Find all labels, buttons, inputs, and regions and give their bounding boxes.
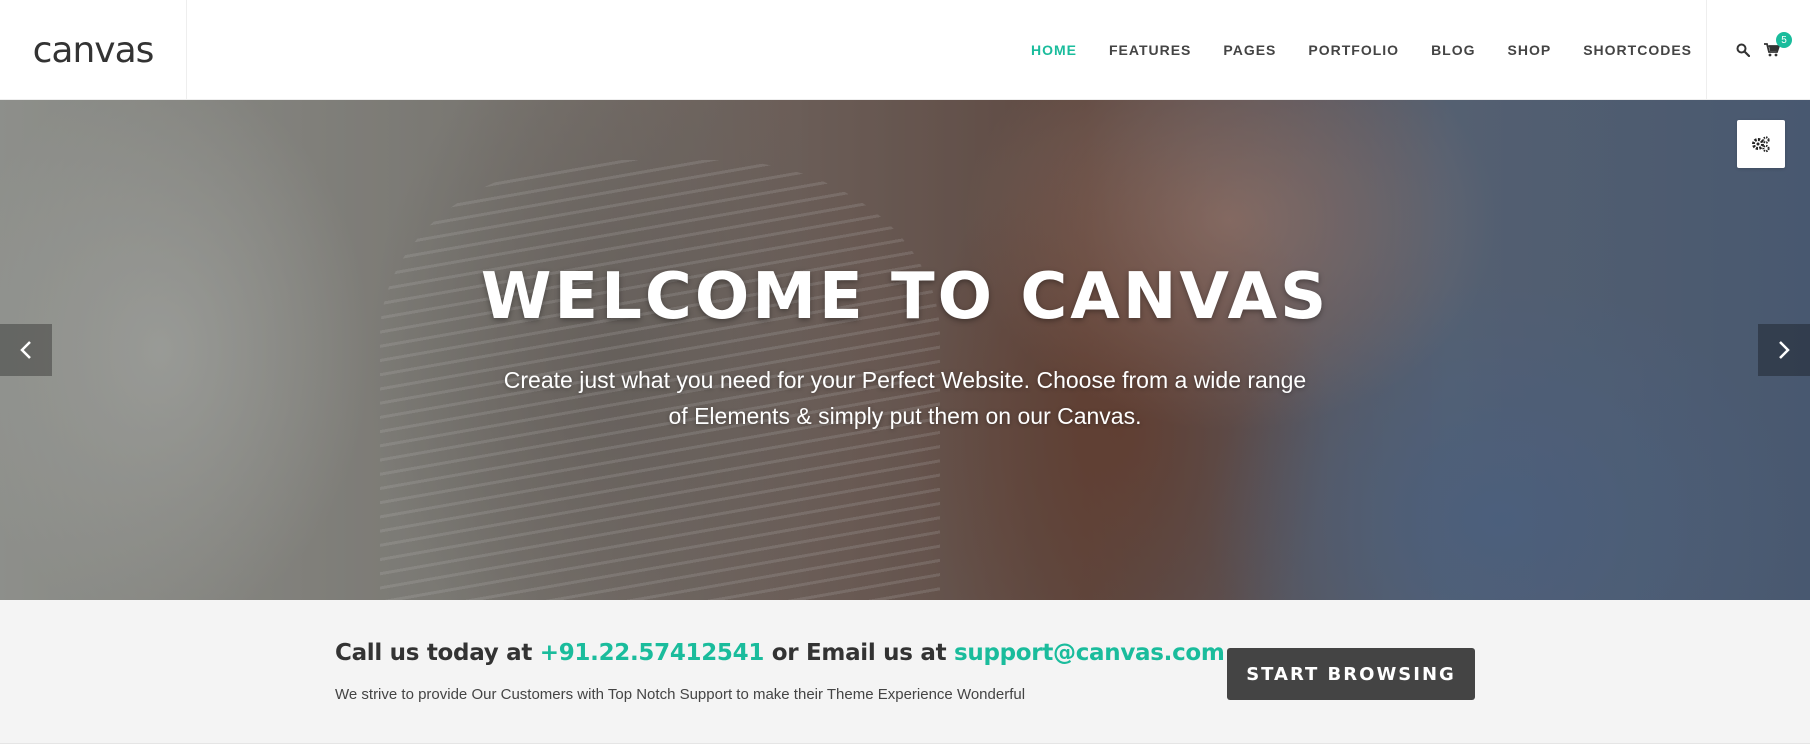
start-browsing-button[interactable]: START BROWSING xyxy=(1227,648,1475,700)
promo-heading-call: Call us today at xyxy=(335,640,540,666)
main-nav: HOME FEATURES PAGES PORTFOLIO BLOG SHOP … xyxy=(999,0,1692,100)
hero-slider: WELCOME TO CANVAS Create just what you n… xyxy=(0,100,1810,600)
search-icon[interactable] xyxy=(1731,38,1755,62)
promo-description: We strive to provide Our Customers with … xyxy=(335,686,1026,703)
chevron-left-icon xyxy=(20,341,31,359)
style-switcher-button[interactable] xyxy=(1737,120,1785,168)
promo-bar: Call us today at +91.22.57412541 or Emai… xyxy=(0,600,1810,744)
nav-item-pages[interactable]: PAGES xyxy=(1223,42,1276,58)
nav-item-home[interactable]: HOME xyxy=(1031,42,1077,58)
hero-subtitle-line2: of Elements & simply put them on our Can… xyxy=(668,403,1142,429)
hero-title: WELCOME TO CANVAS xyxy=(480,260,1330,334)
hero-subtitle-line1: Create just what you need for your Perfe… xyxy=(503,367,1307,393)
cart-count-badge: 5 xyxy=(1776,32,1792,48)
nav-item-blog[interactable]: BLOG xyxy=(1431,42,1475,58)
slider-next-button[interactable] xyxy=(1758,324,1810,376)
nav-item-features[interactable]: FEATURES xyxy=(1109,42,1191,58)
gears-icon xyxy=(1752,136,1770,153)
site-header: canvas HOME FEATURES PAGES PORTFOLIO BLO… xyxy=(0,0,1810,100)
header-divider xyxy=(1706,0,1707,100)
nav-item-shop[interactable]: SHOP xyxy=(1508,42,1552,58)
nav-item-shortcodes[interactable]: SHORTCODES xyxy=(1583,42,1692,58)
promo-heading: Call us today at +91.22.57412541 or Emai… xyxy=(335,640,1225,666)
site-logo[interactable]: canvas xyxy=(33,30,155,71)
promo-email-link[interactable]: support@canvas.com xyxy=(954,640,1225,666)
nav-item-portfolio[interactable]: PORTFOLIO xyxy=(1308,42,1399,58)
promo-heading-email: or Email us at xyxy=(764,640,954,666)
logo-container[interactable]: canvas xyxy=(0,0,187,100)
chevron-right-icon xyxy=(1779,341,1790,359)
hero-subtitle: Create just what you need for your Perfe… xyxy=(0,362,1810,434)
slider-prev-button[interactable] xyxy=(0,324,52,376)
promo-phone-link[interactable]: +91.22.57412541 xyxy=(540,640,765,666)
